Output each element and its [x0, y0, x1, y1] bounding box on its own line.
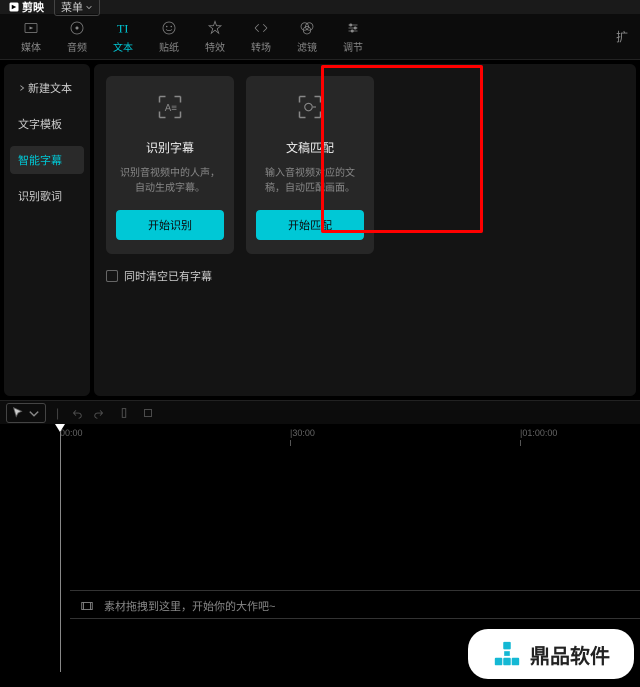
track-area[interactable]: 素材拖拽到这里，开始你的大作吧~ [50, 448, 640, 648]
filter-icon [298, 19, 316, 37]
card-row: A≡ 识别字幕 识别音视频中的人声，自动生成字幕。 开始识别 文稿匹配 输入音视… [106, 76, 624, 254]
text-icon: TI [114, 19, 132, 37]
toolbar-right-label: 扩 [616, 28, 628, 45]
tool-filter[interactable]: 滤镜 [288, 16, 326, 58]
effect-icon [206, 19, 224, 37]
track-divider [70, 618, 640, 619]
card-title: 识别字幕 [146, 139, 194, 156]
media-icon [22, 19, 40, 37]
tool-sticker[interactable]: 贴纸 [150, 16, 188, 58]
track-placeholder: 素材拖拽到这里，开始你的大作吧~ [80, 598, 275, 614]
caption-icon: A≡ [155, 92, 185, 125]
tool-text[interactable]: TI 文本 [104, 16, 142, 58]
app-logo: 剪映 [8, 0, 44, 15]
ruler-tick: |30:00 [290, 428, 315, 438]
timeline-ruler[interactable]: 00:00 |30:00 |01:00:00 [50, 428, 640, 448]
timeline[interactable]: 00:00 |30:00 |01:00:00 素材拖拽到这里，开始你的大作吧~ [0, 424, 640, 648]
sidebar-item-template[interactable]: 文字模板 [10, 110, 84, 138]
card-desc: 输入音视频对应的文稿，自动匹配画面。 [256, 166, 364, 196]
svg-text:A≡: A≡ [165, 103, 178, 114]
track-divider [70, 590, 640, 591]
card-title: 文稿匹配 [286, 139, 334, 156]
tool-media[interactable]: 媒体 [12, 16, 50, 58]
undo-icon[interactable] [69, 406, 83, 420]
svg-text:TI: TI [117, 22, 128, 36]
redo-icon[interactable] [93, 406, 107, 420]
card-desc: 识别音视频中的人声，自动生成字幕。 [116, 166, 224, 196]
chevron-right-icon [18, 84, 26, 92]
tool-audio[interactable]: 音频 [58, 16, 96, 58]
adjust-icon [344, 19, 362, 37]
split-icon[interactable] [117, 406, 131, 420]
toolbar: 媒体 音频 TI 文本 贴纸 特效 转场 滤镜 调节 扩 [0, 14, 640, 60]
sidebar-item-lyrics[interactable]: 识别歌词 [10, 182, 84, 210]
ruler-tick: |01:00:00 [520, 428, 557, 438]
playhead[interactable] [60, 432, 61, 672]
tool-adjust[interactable]: 调节 [334, 16, 372, 58]
watermark-text: 鼎品软件 [530, 640, 610, 669]
chevron-down-icon [27, 406, 41, 420]
main-area: 新建文本 文字模板 智能字幕 识别歌词 A≡ 识别字幕 识别音视频中的人声，自动… [0, 60, 640, 400]
cursor-tool[interactable] [6, 403, 46, 423]
chevron-down-icon [85, 3, 93, 11]
sidebar-item-new-text[interactable]: 新建文本 [10, 74, 84, 102]
tool-effect[interactable]: 特效 [196, 16, 234, 58]
titlebar: 剪映 菜单 [0, 0, 640, 14]
start-match-button[interactable]: 开始匹配 [256, 210, 364, 240]
script-match-icon [295, 92, 325, 125]
clear-caption-checkbox-row[interactable]: 同时清空已有字幕 [106, 268, 624, 284]
card-script-match: 文稿匹配 输入音视频对应的文稿，自动匹配画面。 开始匹配 [246, 76, 374, 254]
sidebar-item-smart-caption[interactable]: 智能字幕 [10, 146, 84, 174]
content-panel: A≡ 识别字幕 识别音视频中的人声，自动生成字幕。 开始识别 文稿匹配 输入音视… [94, 64, 636, 396]
delete-icon[interactable] [141, 406, 155, 420]
app-logo-icon [8, 1, 20, 13]
checkbox[interactable] [106, 270, 118, 282]
start-recognize-button[interactable]: 开始识别 [116, 210, 224, 240]
app-name: 剪映 [22, 0, 44, 15]
separator: | [56, 406, 59, 420]
audio-icon [68, 19, 86, 37]
sticker-icon [160, 19, 178, 37]
transition-icon [252, 19, 270, 37]
tool-transition[interactable]: 转场 [242, 16, 280, 58]
media-strip-icon [80, 599, 94, 613]
watermark: 鼎品软件 [468, 629, 634, 679]
menu-dropdown[interactable]: 菜单 [54, 0, 100, 16]
watermark-logo-icon [492, 639, 522, 669]
timeline-toolbar: | [0, 400, 640, 424]
sidebar: 新建文本 文字模板 智能字幕 识别歌词 [4, 64, 90, 396]
card-recognize-caption: A≡ 识别字幕 识别音视频中的人声，自动生成字幕。 开始识别 [106, 76, 234, 254]
checkbox-label: 同时清空已有字幕 [124, 268, 212, 284]
cursor-icon [11, 406, 25, 420]
